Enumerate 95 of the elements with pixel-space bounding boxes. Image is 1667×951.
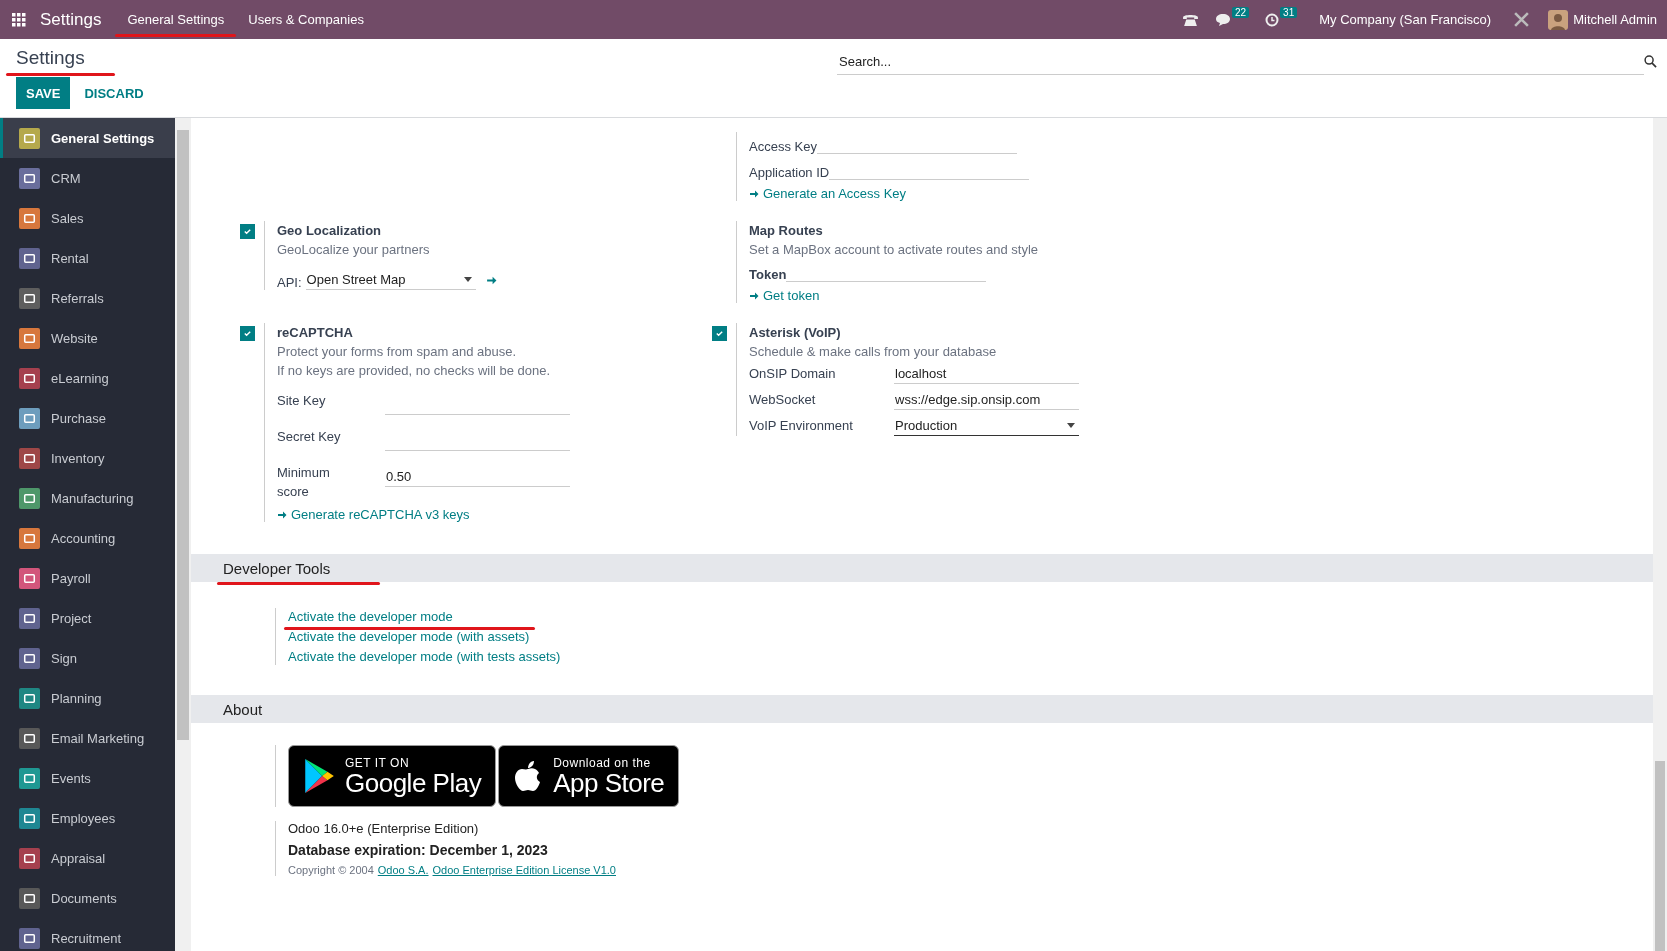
search-icon xyxy=(1644,55,1657,68)
sidebar-item[interactable]: Planning xyxy=(0,678,175,718)
field-label: OnSIP Domain xyxy=(749,365,837,383)
field-label: Token xyxy=(749,267,787,282)
company-switcher[interactable]: My Company (San Francisco) xyxy=(1319,12,1492,27)
store-badge[interactable]: GET IT ON Google Play xyxy=(288,745,497,807)
copyright-text: Copyright © 2004 xyxy=(288,864,374,876)
field-label: WebSocket xyxy=(749,391,817,409)
link[interactable]: Get token xyxy=(763,288,820,303)
input-field[interactable]: wss://edge.sip.onsip.com xyxy=(894,390,1079,410)
check-icon xyxy=(243,329,252,338)
field-label: Site Key xyxy=(277,392,327,410)
field-label: VoIP Environment xyxy=(749,417,854,435)
sidebar-item[interactable]: Rental xyxy=(0,238,175,278)
input-field[interactable]: localhost xyxy=(894,364,1079,384)
link[interactable]: Odoo S.A. xyxy=(377,864,429,876)
sidebar-item[interactable]: Email Marketing xyxy=(0,718,175,758)
version-text: Odoo 16.0+e (Enterprise Edition) xyxy=(288,821,480,836)
sidebar-item[interactable]: Manufacturing xyxy=(0,478,175,518)
menu-item[interactable]: General Settings xyxy=(119,8,233,31)
link[interactable]: Odoo Enterprise Edition License V1.0 xyxy=(432,864,616,876)
setting-title: Geo Localization xyxy=(277,222,382,240)
sidebar-item[interactable]: Project xyxy=(0,598,175,638)
sidebar-item[interactable]: General Settings xyxy=(0,118,175,158)
field-label: Secret Key xyxy=(277,428,342,446)
sidebar-item[interactable]: CRM xyxy=(0,158,175,198)
store-badge[interactable]: Download on the App Store xyxy=(498,745,680,807)
sidebar-item[interactable]: Purchase xyxy=(0,398,175,438)
sidebar-item[interactable]: Appraisal xyxy=(0,838,175,878)
section-title: Developer Tools xyxy=(223,559,331,577)
caret-icon xyxy=(1067,423,1075,428)
badge-store-name: App Store xyxy=(553,770,665,796)
field-label: API: xyxy=(277,275,302,290)
checkbox[interactable] xyxy=(712,326,727,341)
menu-item[interactable]: Users & Companies xyxy=(240,8,372,31)
scrollbar[interactable] xyxy=(175,118,191,951)
sidebar-item[interactable]: Sign xyxy=(0,638,175,678)
clock-icon[interactable] xyxy=(1265,12,1280,27)
app-name[interactable]: Settings xyxy=(40,9,102,30)
page-title: Settings xyxy=(16,47,85,69)
play-icon xyxy=(303,758,335,794)
expiration-text: Database expiration: December 1, 2023 xyxy=(288,842,549,858)
arrow-icon xyxy=(749,290,759,301)
sidebar-item[interactable]: Payroll xyxy=(0,558,175,598)
input-field[interactable]: 0.50 xyxy=(385,467,570,487)
setting-title: Map Routes xyxy=(749,222,824,240)
arrow-icon xyxy=(277,509,287,520)
section-title: About xyxy=(223,700,263,718)
checkbox[interactable] xyxy=(240,224,255,239)
field-label: Minimum score xyxy=(277,464,331,501)
check-icon xyxy=(715,329,724,338)
setting-title: Asterisk (VoIP) xyxy=(749,324,842,342)
arrow-icon xyxy=(749,188,759,199)
sidebar-item[interactable]: Documents xyxy=(0,878,175,918)
setting-description: If no keys are provided, no checks will be done. xyxy=(277,362,552,380)
setting-title: reCAPTCHA xyxy=(277,324,354,342)
arrow-icon[interactable] xyxy=(485,275,497,286)
avatar-icon xyxy=(1548,9,1569,30)
setting-description: Protect your forms from spam and abuse. xyxy=(277,343,518,361)
sidebar-item[interactable]: Referrals xyxy=(0,278,175,318)
select-field[interactable]: Open Street Map xyxy=(305,270,476,290)
link[interactable]: Generate an Access Key xyxy=(763,186,907,201)
check-icon xyxy=(243,227,252,236)
checkbox[interactable] xyxy=(240,326,255,341)
count-badge: 31 xyxy=(1280,6,1298,18)
sidebar-item[interactable]: Recruitment xyxy=(0,918,175,951)
sidebar-item[interactable]: Accounting xyxy=(0,518,175,558)
save-button[interactable]: SAVE xyxy=(16,77,71,109)
scrollbar[interactable] xyxy=(1653,118,1667,951)
setting-description: GeoLocalize your partners xyxy=(277,241,431,259)
sidebar-item[interactable]: eLearning xyxy=(0,358,175,398)
setting-description: Schedule & make calls from your database xyxy=(749,343,998,361)
badge-caption: GET IT ON xyxy=(345,756,411,770)
app-grid-icon[interactable] xyxy=(12,12,26,27)
sidebar-item[interactable]: Sales xyxy=(0,198,175,238)
sidebar-item[interactable]: Employees xyxy=(0,798,175,838)
phone-icon[interactable] xyxy=(1182,12,1199,27)
link[interactable]: Generate reCAPTCHA v3 keys xyxy=(291,507,470,522)
sidebar-item[interactable]: Website xyxy=(0,318,175,358)
link[interactable]: Activate the developer mode xyxy=(288,608,453,625)
link[interactable]: Activate the developer mode (with assets) xyxy=(288,628,530,645)
user-menu[interactable]: Mitchell Admin xyxy=(1548,9,1657,30)
setting-description: Set a MapBox account to activate routes and style xyxy=(749,241,1039,259)
sidebar-item[interactable]: Inventory xyxy=(0,438,175,478)
badge-store-name: Google Play xyxy=(345,770,482,796)
field-label: Access Key xyxy=(749,139,817,154)
sidebar-item[interactable]: Events xyxy=(0,758,175,798)
field-label: Application ID xyxy=(749,165,830,180)
link[interactable]: Activate the developer mode (with tests assets) xyxy=(288,648,561,665)
select-field[interactable]: Production xyxy=(894,416,1079,436)
discard-button[interactable]: DISCARD xyxy=(74,77,154,109)
count-badge: 22 xyxy=(1232,6,1250,18)
badge-caption: Download on the xyxy=(553,756,652,770)
chat-icon[interactable] xyxy=(1215,12,1231,27)
caret-icon xyxy=(463,277,472,282)
